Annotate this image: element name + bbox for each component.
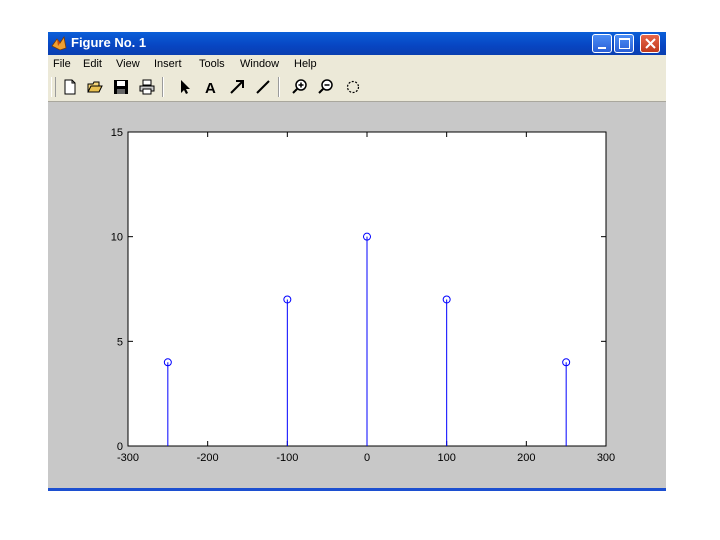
figure-canvas: -300 -200 -100 0 100 200 300 0 5 10 15 (48, 102, 666, 489)
menu-file[interactable]: File (53, 58, 71, 70)
new-icon[interactable] (61, 78, 79, 96)
maximize-button[interactable] (614, 34, 634, 53)
title-bar[interactable]: Figure No. 1 (48, 32, 666, 55)
draw-arrow-icon[interactable] (228, 78, 246, 96)
x-tick-label: -200 (197, 452, 219, 464)
menu-edit[interactable]: Edit (83, 58, 102, 70)
menu-tools[interactable]: Tools (199, 58, 225, 70)
text-icon[interactable]: A (202, 78, 220, 96)
zoom-in-icon[interactable] (291, 78, 309, 96)
arrow-icon[interactable] (176, 78, 194, 96)
toolbar-separator (278, 77, 280, 97)
menu-window[interactable]: Window (240, 58, 279, 70)
y-tick-label: 10 (111, 232, 123, 244)
zoom-out-icon[interactable] (317, 78, 335, 96)
close-icon (644, 38, 656, 49)
menu-view[interactable]: View (116, 58, 140, 70)
toolbar: A (48, 74, 666, 102)
line-icon[interactable] (254, 78, 272, 96)
open-icon[interactable] (86, 78, 104, 96)
minimize-icon (598, 46, 606, 49)
menu-help[interactable]: Help (294, 58, 317, 70)
x-tick-label: -300 (117, 452, 139, 464)
svg-text:A: A (205, 80, 216, 96)
window-bottom-border (48, 488, 666, 491)
toolbar-grip[interactable] (51, 77, 56, 97)
figure-window: Figure No. 1 File Edit View Insert Tools… (48, 32, 666, 491)
minimize-button[interactable] (592, 34, 612, 53)
matlab-icon (51, 36, 67, 51)
stem-plot: -300 -200 -100 0 100 200 300 0 5 10 15 (111, 127, 615, 464)
menu-bar: File Edit View Insert Tools Window Help (48, 55, 666, 74)
x-tick-label: 100 (437, 452, 455, 464)
close-button[interactable] (640, 34, 660, 53)
save-icon[interactable] (112, 78, 130, 96)
toolbar-separator (162, 77, 164, 97)
x-tick-label: 200 (517, 452, 535, 464)
x-tick-label: 0 (364, 452, 370, 464)
x-tick-label: -100 (276, 452, 298, 464)
x-tick-label: 300 (597, 452, 615, 464)
print-icon[interactable] (138, 78, 156, 96)
y-tick-label: 0 (117, 441, 123, 453)
window-title: Figure No. 1 (71, 35, 147, 50)
menu-insert[interactable]: Insert (154, 58, 182, 70)
rotate-icon[interactable] (344, 78, 362, 96)
y-tick-label: 5 (117, 336, 123, 348)
y-tick-label: 15 (111, 127, 123, 139)
maximize-icon (618, 38, 630, 49)
